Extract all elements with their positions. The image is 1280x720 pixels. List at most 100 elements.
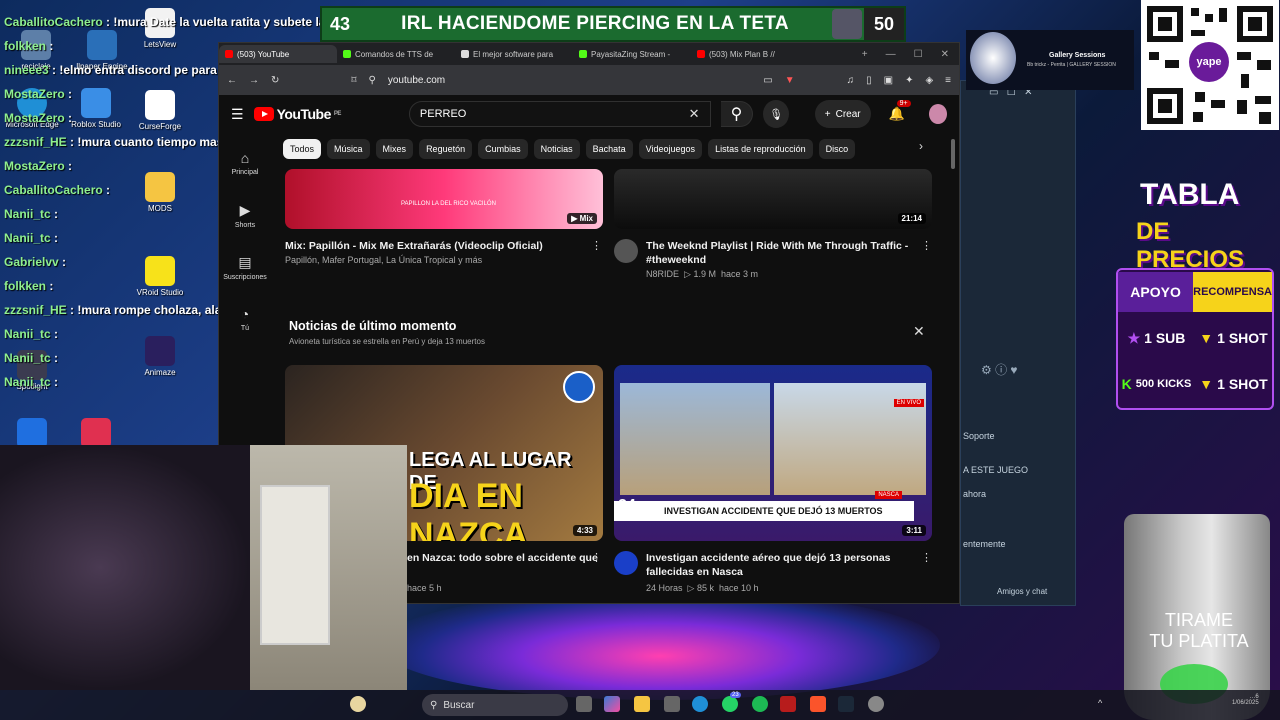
reload-icon[interactable]: ↻ [271, 75, 279, 86]
clear-search-icon[interactable]: ✕ [689, 106, 700, 122]
channel-avatar[interactable] [614, 239, 638, 263]
tab-stream[interactable]: PayasitaZing Stream - [573, 45, 691, 63]
channel-avatar[interactable] [614, 551, 638, 575]
scrollbar-thumb[interactable] [951, 139, 955, 169]
tab-youtube[interactable]: (503) YouTube [219, 45, 337, 63]
chip-all[interactable]: Todos [283, 139, 322, 159]
brave-shield-icon[interactable]: ▼ [785, 75, 795, 86]
store-icon[interactable] [664, 696, 680, 712]
more-options-icon[interactable]: ⋮ [591, 239, 602, 252]
system-clock[interactable]: …6 1/06/2025 [1232, 694, 1259, 706]
settings-icon[interactable]: ⚙ ⓘ ♥ [981, 361, 1018, 378]
star-icon: ★ [1127, 329, 1141, 346]
more-options-icon[interactable]: ⋮ [591, 551, 602, 564]
price-table: TABLA DE PRECIOS APOYO RECOMPENSA ★ 1 SUB… [1110, 160, 1280, 450]
sidebar-item-shorts[interactable]: ▶ Shorts [219, 189, 271, 241]
chip-videogames[interactable]: Videojuegos [638, 139, 703, 159]
chat-user: nineee3 [4, 63, 49, 77]
chevron-right-icon[interactable]: › [919, 139, 923, 153]
search-input[interactable]: PERREO ✕ [408, 101, 711, 127]
avatar[interactable] [928, 104, 947, 124]
video-thumbnail-weeknd[interactable]: 21:14 [614, 169, 932, 229]
leo-icon[interactable]: ✦ [905, 75, 913, 86]
chip-playlists[interactable]: Listas de reproducción [708, 139, 813, 159]
tray-expand-icon[interactable]: ^ [1098, 698, 1102, 708]
steam-support-link[interactable]: Soporte [963, 431, 995, 441]
more-options-icon[interactable]: ⋮ [921, 551, 932, 564]
minimize-icon[interactable]: — [886, 49, 896, 60]
steam-friends-chat-button[interactable]: Amigos y chat [997, 587, 1047, 596]
hamburger-menu-icon[interactable]: ☰ [231, 106, 244, 123]
video-thumbnail-papillon[interactable]: PAPILLON LA DEL RICO VACILÓN ▶ Mix [285, 169, 603, 229]
whatsapp-icon[interactable] [722, 696, 738, 712]
task-view-icon[interactable] [576, 696, 592, 712]
sidebar-item-home[interactable]: ⌂ Principal [219, 137, 271, 189]
site-info-icon[interactable]: ⚲ [369, 75, 376, 86]
menu-icon[interactable]: ≡ [945, 75, 951, 86]
app-icon[interactable] [780, 696, 796, 712]
chat-user: Nanii_tc [4, 351, 51, 365]
search-button[interactable]: ⚲ [720, 101, 754, 127]
back-icon[interactable]: ← [227, 75, 237, 86]
spotify-icon[interactable] [752, 696, 768, 712]
copilot-icon[interactable] [604, 696, 620, 712]
music-icon[interactable]: ♫ [847, 75, 855, 86]
brave-icon[interactable] [810, 696, 826, 712]
file-explorer-icon[interactable] [634, 696, 650, 712]
chat-text: : [50, 351, 59, 365]
youtube-logo[interactable]: YouTube PE [253, 106, 341, 122]
channel-name[interactable]: N8RIDE [646, 269, 679, 279]
webcam-shelf [260, 485, 330, 645]
video-title[interactable]: The Weeknd Playlist | Ride With Me Throu… [646, 239, 914, 267]
shot-glass-icon: ▼ [1199, 376, 1214, 392]
new-tab-icon[interactable]: + [862, 49, 868, 60]
bookmark-icon[interactable]: ⌑ [351, 75, 356, 86]
video-title[interactable]: en Nazca: todo sobre el accidente que [407, 551, 603, 565]
chip-mixes[interactable]: Mixes [375, 139, 414, 159]
tab-tts[interactable]: Comandos de TTS de [337, 45, 455, 63]
price-table-subtitle: DE PRECIOS [1136, 218, 1245, 273]
edge-icon[interactable] [692, 696, 708, 712]
voice-search-button[interactable]: 🎙 [763, 100, 789, 128]
tab-software[interactable]: El mejor software para [455, 45, 573, 63]
more-options-icon[interactable]: ⋮ [921, 239, 932, 252]
tab-mix[interactable]: (503) Mix Plan B // [691, 45, 809, 63]
video-title[interactable]: Investigan accidente aéreo que dejó 13 p… [646, 551, 914, 579]
price-cell-label: 1 SUB [1144, 330, 1186, 346]
close-icon[interactable]: ✕ [913, 323, 925, 340]
news-thumbnail-24horas[interactable]: EN VIVO NASCA INVESTIGAN ACCIDENTE QUE D… [614, 365, 932, 541]
close-icon[interactable]: ✕ [941, 49, 949, 60]
chip-bachata[interactable]: Bachata [585, 139, 633, 159]
obs-icon[interactable] [868, 696, 884, 712]
channel-name[interactable]: 24 Horas [646, 583, 683, 593]
chip-reggaeton[interactable]: Reguetón [419, 139, 473, 159]
vpn-icon[interactable]: ◈ [925, 75, 933, 86]
taskbar-search[interactable]: ⚲ Buscar [422, 694, 568, 716]
chat-text: : [50, 375, 59, 389]
video-meta[interactable]: Papillón, Mafer Portugal, La Única Tropi… [285, 255, 482, 265]
chip-music[interactable]: Música [327, 139, 370, 159]
forward-icon[interactable]: → [249, 75, 259, 86]
url-field[interactable]: youtube.com [388, 75, 751, 86]
address-bar: ← → ↻ ⌑ ⚲ youtube.com ▭ ▼ ♫ ▯ ▣ ✦ ◈ ≡ [219, 65, 959, 95]
wallet-icon[interactable]: ▣ [884, 75, 893, 86]
notifications-button[interactable]: 🔔 9+ [889, 100, 911, 122]
wallpaper-swirl [380, 590, 940, 700]
subscriptions-icon: ▤ [238, 253, 252, 270]
cast-icon[interactable]: ▭ [763, 75, 772, 86]
youtube-sidebar: ⌂ Principal ▶ Shorts ▤ Suscripciones ◔ Tú [219, 137, 271, 345]
create-button[interactable]: + Crear [814, 100, 871, 128]
price-table-row: ★ 1 SUB ▼ 1 SHOT [1118, 318, 1272, 358]
sidebar-item-subscriptions[interactable]: ▤ Suscripciones [219, 241, 271, 293]
chip-cumbias[interactable]: Cumbias [478, 139, 528, 159]
sidebar-item-you[interactable]: ◔ Tú [219, 293, 271, 345]
chip-news[interactable]: Noticias [533, 139, 580, 159]
maximize-icon[interactable]: ☐ [914, 49, 923, 60]
sidebar-icon[interactable]: ▯ [866, 75, 872, 86]
weather-icon[interactable] [350, 696, 366, 712]
video-title[interactable]: Mix: Papillón - Mix Me Extrañarás (Video… [285, 239, 575, 253]
steam-icon[interactable] [838, 696, 854, 712]
steam-section-label: A ESTE JUEGO [963, 465, 1029, 475]
chip-disco[interactable]: Disco [818, 139, 856, 159]
video-age: hace 5 h [407, 583, 442, 593]
